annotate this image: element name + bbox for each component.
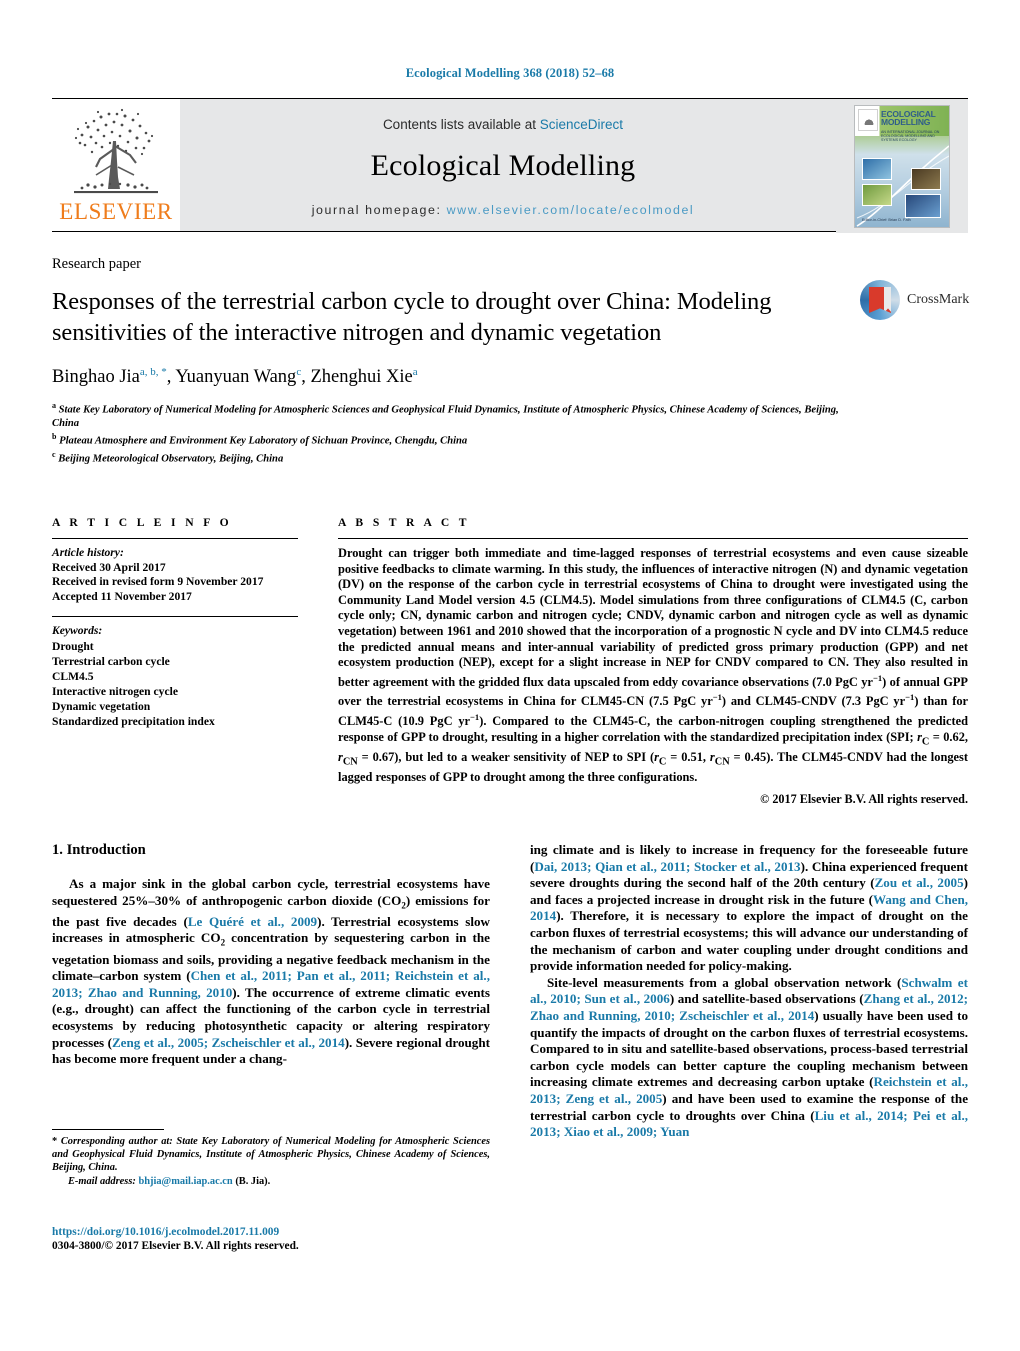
abstract-rule [338, 538, 968, 539]
elsevier-logo: ELSEVIER [52, 99, 180, 231]
keyword-item: CLM4.5 [52, 669, 94, 683]
cover-editor-text: Editor-in-Chief: Brian D. Fath [862, 217, 911, 222]
body-left-column: 1. Introduction As a major sink in the g… [52, 842, 490, 1141]
keyword-item: Drought [52, 639, 94, 653]
email-line: E-mail address: bhjia@mail.iap.ac.cn (B.… [52, 1176, 490, 1189]
affiliation-list: a State Key Laboratory of Numerical Mode… [52, 399, 852, 465]
history-received: Received 30 April 2017 [52, 560, 166, 574]
intro-paragraph-left: As a major sink in the global carbon cyc… [52, 876, 490, 1067]
keyword-item: Dynamic vegetation [52, 699, 151, 713]
author-list: Binghao Jiaa, b, *, Yuanyuan Wangc, Zhen… [52, 366, 418, 388]
cover-elsevier-mark [858, 108, 878, 131]
affiliation-a-text: State Key Laboratory of Numerical Modeli… [52, 404, 839, 429]
contents-prefix: Contents lists available at [382, 117, 540, 132]
author-3-marks[interactable]: a [413, 366, 418, 378]
affiliation-b-text: Plateau Atmosphere and Environment Key L… [59, 435, 468, 447]
contents-available-line: Contents lists available at ScienceDirec… [383, 117, 623, 132]
affiliation-b: b Plateau Atmosphere and Environment Key… [52, 430, 852, 448]
body-column-gutter [490, 842, 530, 1141]
author-1-name: Binghao Jia [52, 367, 140, 388]
author-1-marks[interactable]: a, b, * [140, 366, 167, 378]
cover-photo-3 [911, 167, 941, 190]
corresponding-author-text: * Corresponding author at: State Key Lab… [52, 1136, 490, 1173]
abstract-column: A B S T R A C T Drought can trigger both… [338, 516, 968, 807]
cover-title-text: ECOLOGICAL MODELLING [881, 108, 936, 128]
email-link[interactable]: bhjia@mail.iap.ac.cn [138, 1176, 232, 1187]
page-title: Responses of the terrestrial carbon cycl… [52, 288, 772, 346]
keyword-item: Terrestrial carbon cycle [52, 654, 170, 668]
elsevier-wordmark: ELSEVIER [59, 199, 173, 224]
intro-paragraph-right-1: ing climate and is likely to increase in… [530, 842, 968, 974]
abstract-heading: A B S T R A C T [338, 516, 470, 529]
homepage-label: journal homepage: [311, 203, 442, 217]
cover-photo-4 [905, 193, 941, 218]
article-info-column: A R T I C L E I N F O Article history: R… [52, 516, 298, 807]
affiliation-a: a State Key Laboratory of Numerical Mode… [52, 399, 852, 430]
article-type-label: Research paper [52, 256, 141, 272]
copyright-line: © 2017 Elsevier B.V. All rights reserved… [760, 791, 968, 806]
affiliation-c-text: Beijing Meteorological Observatory, Beij… [58, 453, 284, 465]
history-accepted: Accepted 11 November 2017 [52, 589, 192, 603]
author-3-name: Zhenghui Xie [310, 367, 413, 388]
crossmark-label: CrossMark [907, 292, 970, 307]
doi-link[interactable]: https://doi.org/10.1016/j.ecolmodel.2017… [52, 1225, 490, 1239]
article-title-block: Research paper Responses of the terrestr… [52, 256, 970, 466]
keyword-item: Interactive nitrogen cycle [52, 684, 178, 698]
affiliation-c-mark: c [52, 449, 56, 459]
body-columns: 1. Introduction As a major sink in the g… [52, 842, 968, 1141]
intro-paragraph-right-2: Site-level measurements from a global ob… [530, 974, 969, 1140]
author-3: Zhenghui Xiea [310, 366, 418, 388]
article-info-rule-mid [52, 616, 298, 618]
crossmark-icon [860, 280, 900, 320]
article-info-rule-top [52, 538, 298, 539]
affiliation-b-mark: b [52, 432, 57, 442]
journal-title: Ecological Modelling [370, 149, 636, 182]
author-1: Binghao Jiaa, b, * [52, 366, 167, 388]
author-2-name: Yuanyuan Wang [175, 367, 297, 388]
footnote-rule [52, 1129, 164, 1130]
article-info-heading: A R T I C L E I N F O [52, 516, 233, 529]
running-head: Ecological Modelling 368 (2018) 52–68 [405, 66, 615, 80]
author-2: Yuanyuan Wangc [175, 366, 301, 388]
cover-photo-2 [862, 183, 892, 206]
abstract-text: Drought can trigger both immediate and t… [338, 546, 969, 785]
affiliation-a-mark: a [52, 401, 56, 411]
email-suffix: (B. Jia). [235, 1176, 271, 1188]
doi-block: https://doi.org/10.1016/j.ecolmodel.2017… [52, 1225, 490, 1253]
crossmark-book-shape [869, 287, 891, 313]
body-right-column: ing climate and is likely to increase in… [530, 842, 968, 1141]
author-2-marks[interactable]: c [296, 366, 301, 378]
journal-cover-thumbnail[interactable]: ECOLOGICAL MODELLING AN INTERNATIONAL JO… [836, 99, 968, 233]
journal-homepage-line: journal homepage: www.elsevier.com/locat… [312, 203, 695, 217]
affiliation-c: c Beijing Meteorological Observatory, Be… [52, 448, 852, 466]
paper-page: Ecological Modelling 368 (2018) 52–68 EL… [0, 0, 1020, 1351]
column-gutter [298, 516, 338, 807]
corresponding-author-footnote: * Corresponding author at: State Key Lab… [52, 1129, 490, 1189]
issn-copyright-line: 0304-3800/© 2017 Elsevier B.V. All right… [52, 1240, 299, 1252]
homepage-url-link[interactable]: www.elsevier.com/locate/ecolmodel [447, 203, 695, 217]
keywords-label: Keywords: [52, 624, 103, 638]
keyword-item: Standardized precipitation index [52, 714, 215, 728]
cover-photo-1 [862, 157, 892, 180]
sciencedirect-link[interactable]: ScienceDirect [540, 117, 623, 132]
history-revised: Received in revised form 9 November 2017 [52, 575, 264, 589]
journal-cover-image: ECOLOGICAL MODELLING AN INTERNATIONAL JO… [854, 104, 950, 228]
elsevier-tree-icon [52, 105, 180, 203]
journal-masthead: ELSEVIER Contents lists available at Sci… [52, 98, 968, 233]
crossmark-badge[interactable]: CrossMark [860, 274, 970, 326]
info-abstract-region: A R T I C L E I N F O Article history: R… [52, 516, 968, 807]
article-history-label: Article history: [52, 546, 124, 559]
section-heading-introduction: 1. Introduction [52, 842, 146, 858]
email-label: E-mail address: [68, 1176, 136, 1188]
